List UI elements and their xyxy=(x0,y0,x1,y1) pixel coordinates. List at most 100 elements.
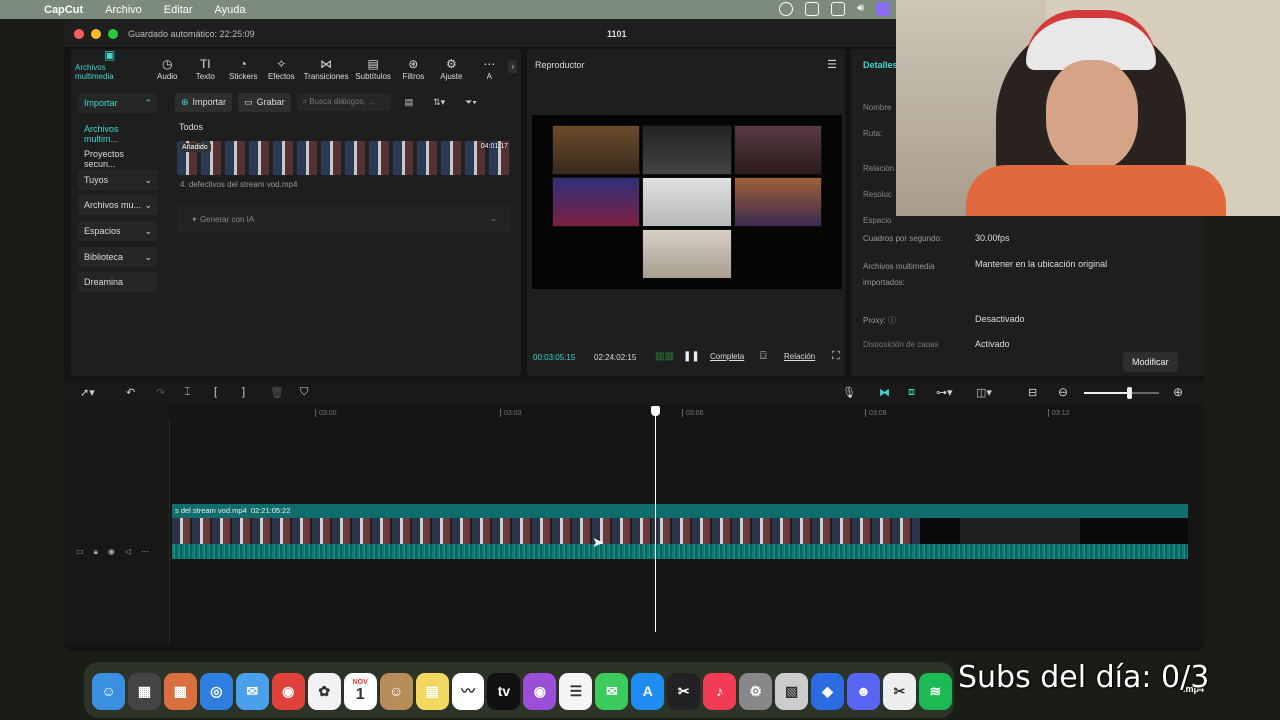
menu-archivo[interactable]: Archivo xyxy=(105,4,142,16)
zoom-out-icon[interactable]: ⊖ xyxy=(1058,385,1068,399)
menu-editar[interactable]: Editar xyxy=(164,4,193,16)
tool-text[interactable]: TI Texto xyxy=(186,49,224,84)
display-icon[interactable] xyxy=(831,2,846,16)
generate-ai-button[interactable]: ✦ Generar con IA ⌄ xyxy=(177,205,511,233)
playhead[interactable] xyxy=(651,406,660,632)
freeform-icon[interactable]: 〰 xyxy=(451,672,485,710)
sidebar-item[interactable]: Archivos multim... xyxy=(78,119,158,144)
photos-icon[interactable]: ✿ xyxy=(307,672,341,710)
video-preview[interactable] xyxy=(532,115,842,289)
full-quality-button[interactable]: Completa xyxy=(710,352,744,361)
trim-right-icon[interactable]: ] xyxy=(242,386,245,398)
menu-app-name[interactable]: CapCut xyxy=(44,4,83,16)
finder-icon[interactable]: ☺ xyxy=(92,672,125,710)
waveform-icon[interactable]: ▥▥ xyxy=(655,351,674,362)
view-toggle-icon[interactable]: ▤ xyxy=(405,97,414,108)
tool-audio[interactable]: ◷ Audio xyxy=(148,49,186,84)
tool-effects[interactable]: ✧ Efectos xyxy=(262,49,300,84)
roblox-icon[interactable]: ◆ xyxy=(811,672,845,710)
undo-icon[interactable]: ↶ xyxy=(126,386,135,399)
filter-icon[interactable]: ⏷▾ xyxy=(465,97,477,108)
ratio-button[interactable]: Relación xyxy=(784,352,815,361)
import-button[interactable]: ⊕ Importar xyxy=(175,92,233,112)
warning-icon[interactable] xyxy=(805,2,820,16)
snapshot-icon[interactable]: ⌼ xyxy=(760,350,767,363)
caption-icon[interactable]: ⊟ xyxy=(1028,386,1037,399)
capcut-icon[interactable]: ✂ xyxy=(667,672,701,710)
airplay-icon[interactable] xyxy=(779,2,794,16)
eye-icon[interactable]: ◉ xyxy=(108,547,115,557)
contacts-icon[interactable]: ☺ xyxy=(379,672,413,710)
shield-icon[interactable]: ⛉ xyxy=(300,386,308,399)
close-window-button[interactable] xyxy=(74,29,84,39)
spotify-icon[interactable]: ≋ xyxy=(918,672,952,710)
safari-icon[interactable]: ◎ xyxy=(199,672,233,710)
microphone-icon[interactable]: 🎙︎ xyxy=(842,386,856,399)
split-view-icon[interactable]: ◫▾ xyxy=(976,386,992,399)
link-icon[interactable]: ⧈ xyxy=(908,386,915,399)
time-ruler[interactable]: 03:00 03:03 03:06 03:09 03:12 xyxy=(169,405,1204,423)
audio-track-icon[interactable]: ◁ xyxy=(125,547,131,557)
tool-sticker[interactable]: ◔ Stickers xyxy=(224,49,262,84)
discord-icon[interactable]: ☻ xyxy=(847,672,880,710)
sidebar-item[interactable]: Tuyos ⌄ xyxy=(78,169,158,190)
menu-ayuda[interactable]: Ayuda xyxy=(215,4,246,16)
media-clip-thumbnail[interactable]: Añadido 04:01:17 xyxy=(177,141,511,175)
redo-icon[interactable]: ↷ xyxy=(156,386,165,399)
calendar-icon[interactable]: NOV 1 xyxy=(343,672,377,710)
record-button[interactable]: ▭ Grabar xyxy=(238,92,291,112)
appstore-icon[interactable]: A xyxy=(631,672,665,710)
capcut-dock-icon[interactable]: ✂ xyxy=(882,672,916,710)
sidebar-item[interactable]: Importar ⌃ xyxy=(78,93,158,113)
pause-icon[interactable]: ❚❚ xyxy=(683,351,700,362)
sort-icon[interactable]: ⇅▾ xyxy=(433,97,445,108)
magnet-icon[interactable]: ⧓ xyxy=(879,386,890,399)
zoom-slider-handle[interactable] xyxy=(1127,387,1132,399)
fullscreen-icon[interactable]: ⛶ xyxy=(832,350,840,363)
select-tool-icon[interactable]: ➚▾ xyxy=(80,386,95,399)
sidebar-item[interactable]: Dreamina xyxy=(78,272,158,293)
playhead-handle[interactable] xyxy=(651,406,660,416)
tv-icon[interactable]: tv xyxy=(487,672,521,710)
calculator-icon[interactable]: ▦ xyxy=(127,672,161,710)
tool-adjust[interactable]: ⚙ Ajuste xyxy=(432,49,470,84)
toolbar-next-icon[interactable]: › xyxy=(508,60,517,73)
sidebar-item[interactable]: Espacios ⌄ xyxy=(78,220,158,241)
menu-icon[interactable]: ☰ xyxy=(827,58,837,71)
mail-icon[interactable]: ✉ xyxy=(235,672,269,710)
preview-icon[interactable]: ▧ xyxy=(775,672,809,710)
tool-more[interactable]: ⋯ A xyxy=(470,49,508,84)
settings-icon[interactable]: ⚙ xyxy=(739,672,773,710)
split-icon[interactable]: ⌶ xyxy=(184,386,191,399)
podcasts-icon[interactable]: ◉ xyxy=(523,672,557,710)
lock-icon[interactable]: 🔒︎ xyxy=(94,547,98,557)
music-icon[interactable]: ♪ xyxy=(703,672,737,710)
launchpad-icon[interactable]: ▦ xyxy=(163,672,197,710)
volume-icon[interactable]: 🔊︎ xyxy=(857,2,864,16)
filter-all[interactable]: Todos xyxy=(179,122,203,132)
tool-transitions[interactable]: ⋈ Transiciones xyxy=(300,49,352,84)
tool-filters[interactable]: ⊛ Filtros xyxy=(394,49,432,84)
more-dots-icon[interactable]: ⋯ xyxy=(141,547,149,557)
cover-icon[interactable]: ▭ xyxy=(76,547,84,557)
video-track-clip[interactable]: s del stream vod.mp4 02:21:05:22 xyxy=(172,504,1188,559)
preview-axis-icon[interactable]: ⊶▾ xyxy=(936,386,953,399)
zoom-in-icon[interactable]: ⊕ xyxy=(1173,385,1183,399)
modify-button[interactable]: Modificar xyxy=(1123,352,1178,372)
sidebar-item[interactable]: Archivos mu... ⌄ xyxy=(78,195,158,216)
sidebar-item[interactable]: Proyectos secun... xyxy=(78,144,158,169)
tool-media[interactable]: ▣ Archivos multimedia xyxy=(71,49,148,84)
search-input[interactable]: ⌕ Busca diálogos, ... xyxy=(296,93,391,111)
reminders-icon[interactable]: ☰ xyxy=(559,672,593,710)
tool-subtitles[interactable]: ▤ Subtítulos xyxy=(352,49,394,84)
delete-icon[interactable]: 🗑︎ xyxy=(270,386,284,399)
zoom-window-button[interactable] xyxy=(108,29,118,39)
chrome-icon[interactable]: ◉ xyxy=(271,672,305,710)
trim-left-icon[interactable]: [ xyxy=(214,386,217,398)
minimize-window-button[interactable] xyxy=(91,29,101,39)
sidebar-item[interactable]: Biblioteca ⌄ xyxy=(78,246,158,267)
screen-record-icon[interactable] xyxy=(876,2,890,16)
notes-icon[interactable]: ▤ xyxy=(415,672,449,710)
messages-icon[interactable]: ✉ xyxy=(595,672,629,710)
zoom-slider[interactable] xyxy=(1084,387,1159,399)
